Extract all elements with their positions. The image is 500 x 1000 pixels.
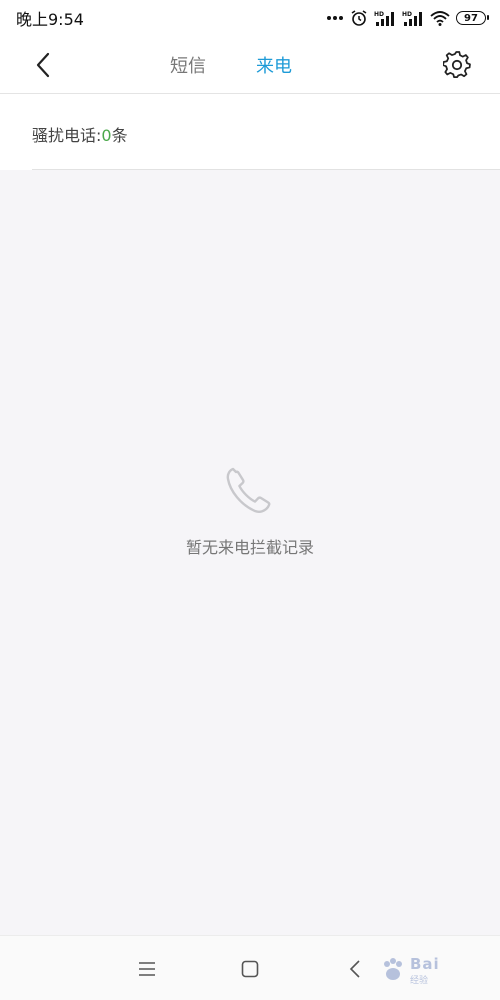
tab-calls[interactable]: 来电	[256, 52, 292, 78]
call-log-list[interactable]: 暂无来电拦截记录	[0, 170, 500, 935]
summary-label: 骚扰电话:	[32, 126, 102, 145]
alarm-icon	[350, 9, 368, 27]
back-button[interactable]	[28, 50, 58, 80]
tab-bar: 短信 来电	[170, 36, 292, 94]
status-icons: HD HD 97	[326, 9, 489, 27]
chevron-left-icon	[36, 52, 50, 78]
svg-text:HD: HD	[402, 11, 412, 18]
recent-apps-button[interactable]	[134, 956, 160, 982]
summary-unit: 条	[111, 126, 128, 145]
header: 短信 来电	[0, 36, 500, 94]
phone-icon	[226, 467, 271, 513]
battery-indicator: 97	[456, 11, 489, 25]
system-back-button[interactable]	[342, 956, 368, 982]
svg-text:HD: HD	[374, 11, 384, 18]
wifi-icon	[430, 10, 450, 26]
more-dots-icon	[326, 15, 344, 21]
status-bar: 晚上9:54 HD HD 97	[0, 0, 500, 36]
tab-sms[interactable]: 短信	[170, 52, 206, 78]
watermark-sub: 经验	[410, 976, 429, 986]
home-button[interactable]	[237, 956, 263, 982]
harassment-call-summary: 骚扰电话:0条	[32, 122, 128, 146]
gear-icon	[443, 51, 471, 79]
menu-icon	[139, 962, 155, 976]
home-square-icon	[241, 960, 259, 978]
settings-button[interactable]	[440, 48, 474, 82]
back-chevron-icon	[349, 960, 360, 978]
status-time: 晚上9:54	[16, 10, 84, 29]
paw-logo-icon	[384, 958, 402, 980]
hd-signal-icon: HD	[402, 10, 424, 26]
summary-count: 0	[101, 126, 112, 145]
hd-signal-icon: HD	[374, 10, 396, 26]
baidu-watermark: Bai 经验	[380, 950, 490, 990]
summary-row: 骚扰电话:0条	[0, 94, 500, 170]
watermark-text: Bai	[410, 955, 440, 973]
empty-state-message: 暂无来电拦截记录	[185, 538, 314, 557]
